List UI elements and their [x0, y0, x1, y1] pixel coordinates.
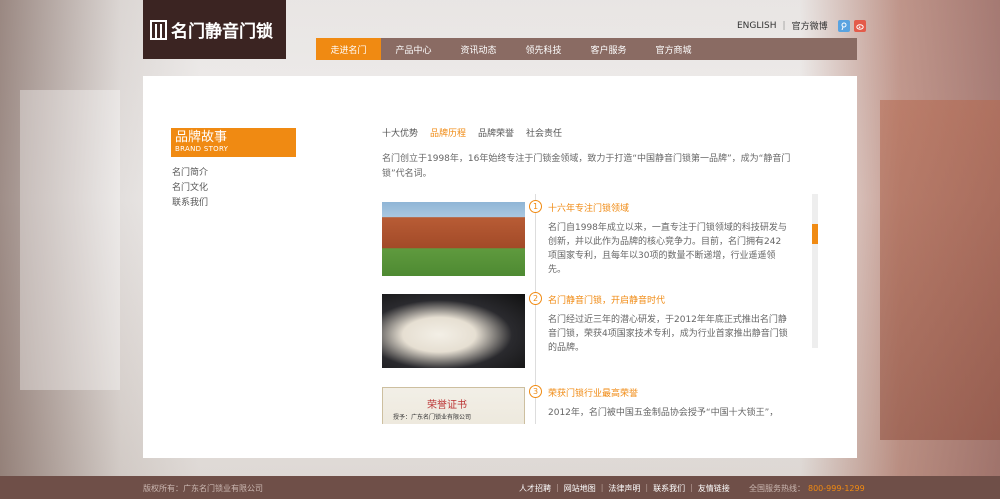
- tab-brand-honors[interactable]: 品牌荣誉: [478, 126, 514, 139]
- entry-title: 十六年专注门锁领域: [548, 204, 630, 214]
- weibo-link[interactable]: 官方微博: [792, 19, 828, 32]
- nav-item-technology[interactable]: 领先科技: [511, 38, 576, 60]
- certificate-photo: 荣誉证书 授予：广东名门锁业有限公司: [382, 387, 525, 424]
- separator: |: [690, 483, 693, 492]
- sidebar-item-contact[interactable]: 联系我们: [172, 196, 208, 211]
- separator: |: [600, 483, 604, 492]
- tab-brand-history[interactable]: 品牌历程: [430, 126, 466, 139]
- sidebar-title-en: BRAND STORY: [175, 145, 229, 153]
- footer-link-sitemap[interactable]: 网站地图: [564, 483, 596, 494]
- nav-item-store[interactable]: 官方商城: [641, 38, 706, 60]
- sidebar-title-cn: 品牌故事: [175, 130, 228, 145]
- content-panel: 品牌故事 BRAND STORY 名门简介 名门文化 联系我们 十大优势 品牌历…: [143, 76, 857, 458]
- timeline: 1 十六年专注门锁领域 名门自1998年成立以来，一直专注于门锁领域的科技研发与…: [382, 194, 819, 424]
- logo-mark-icon: [150, 19, 167, 40]
- logo-text: 名门静音门锁: [171, 22, 273, 42]
- footer-link-legal[interactable]: 法律声明: [608, 483, 640, 494]
- content-tabs: 十大优势 品牌历程 品牌荣誉 社会责任: [382, 126, 574, 139]
- hotline-label: 全国服务热线：: [749, 484, 805, 493]
- footer-link-careers[interactable]: 人才招聘: [519, 483, 551, 494]
- english-link[interactable]: ENGLISH: [737, 21, 777, 31]
- sina-weibo-icon[interactable]: [853, 19, 866, 32]
- entry-title: 名门静音门锁，开启静音时代: [548, 296, 666, 306]
- step-number: 1: [529, 200, 542, 213]
- certificate-recipient: 授予：广东名门锁业有限公司: [393, 414, 472, 421]
- hotline-number: 800-999-1299: [808, 484, 865, 493]
- main-nav: 走进名门 产品中心 资讯动态 领先科技 客户服务 官方商城: [316, 38, 857, 60]
- step-number: 2: [529, 292, 542, 305]
- separator: |: [556, 483, 559, 492]
- scrollbar-thumb[interactable]: [812, 224, 818, 244]
- timeline-scrollbar[interactable]: [812, 194, 818, 348]
- separator: |: [645, 483, 649, 492]
- footer-link-friends[interactable]: 友情链接: [698, 483, 730, 494]
- tencent-weibo-icon[interactable]: [837, 19, 850, 32]
- entry-text: 名门自1998年成立以来，一直专注于门锁领域的科技研发与创新，并以此作为品牌的核…: [548, 223, 787, 275]
- site-logo[interactable]: 名门静音门锁: [143, 0, 286, 59]
- tab-social-responsibility[interactable]: 社会责任: [526, 126, 562, 139]
- sidebar-item-culture[interactable]: 名门文化: [172, 181, 208, 196]
- certificate-title: 荣誉证书: [427, 400, 467, 411]
- footer-link-contact[interactable]: 联系我们: [653, 483, 685, 494]
- separator: |: [782, 20, 786, 31]
- entry-text: 名门经过近三年的潜心研发，于2012年年底正式推出名门静音门锁，荣获4项国家技术…: [548, 315, 788, 353]
- tab-advantages[interactable]: 十大优势: [382, 126, 418, 139]
- nav-item-products[interactable]: 产品中心: [381, 38, 446, 60]
- copyright-text: 版权所有：广东名门锁业有限公司: [143, 484, 263, 493]
- building-photo: [382, 202, 525, 276]
- footer-links: 人才招聘 | 网站地图 | 法律声明 | 联系我们 | 友情链接: [519, 483, 730, 494]
- nav-item-service[interactable]: 客户服务: [576, 38, 641, 60]
- nav-item-news[interactable]: 资讯动态: [446, 38, 511, 60]
- background-window: [20, 90, 120, 390]
- service-hotline: 全国服务热线： 800-999-1299: [749, 483, 865, 494]
- sidebar-item-intro[interactable]: 名门简介: [172, 166, 208, 181]
- sidebar-menu: 名门简介 名门文化 联系我们: [172, 166, 208, 211]
- footer: 版权所有：广东名门锁业有限公司 人才招聘 | 网站地图 | 法律声明 | 联系我…: [0, 476, 1000, 499]
- entry-title: 荣获门锁行业最高荣誉: [548, 389, 639, 399]
- background-brick-wall: [880, 100, 1000, 440]
- exhibition-photo: [382, 294, 525, 368]
- entry-text: 2012年，名门被中国五金制品协会授予“中国十大锁王”，: [548, 408, 779, 418]
- nav-item-about[interactable]: 走进名门: [316, 38, 381, 60]
- top-links: ENGLISH | 官方微博: [737, 19, 866, 32]
- step-number: 3: [529, 385, 542, 398]
- sidebar-title: 品牌故事 BRAND STORY: [171, 128, 296, 157]
- intro-text: 名门创立于1998年，16年始终专注于门锁金领域，致力于打造“中国静音门锁第一品…: [382, 154, 791, 179]
